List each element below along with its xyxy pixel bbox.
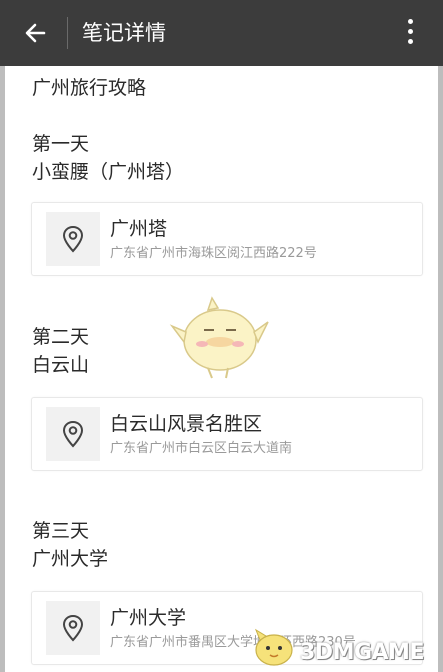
location-pin-icon	[62, 420, 84, 448]
place-name: 广州大学	[110, 607, 187, 629]
right-frame-edge	[438, 0, 443, 672]
location-pin-icon	[62, 225, 84, 253]
left-frame-edge	[0, 0, 5, 672]
location-icon-box	[46, 601, 100, 655]
location-icon-box	[46, 407, 100, 461]
location-pin-icon	[62, 614, 84, 642]
place-name: 白云山风景名胜区	[110, 413, 263, 435]
toolbar-divider	[67, 17, 68, 49]
back-button[interactable]	[22, 19, 50, 47]
day-label-1: 第一天	[32, 133, 90, 155]
day-label-3: 第三天	[32, 520, 90, 542]
watermark-mascot-icon	[254, 628, 293, 666]
place-address: 广东省广州市白云区白云大道南	[110, 441, 293, 456]
page-title: 笔记详情	[82, 21, 166, 45]
mascot-sticker-icon	[169, 296, 269, 379]
place-address: 广东省广州市海珠区阅江西路222号	[110, 246, 317, 261]
more-options-button[interactable]	[400, 19, 420, 47]
location-card-2[interactable]: 白云山风景名胜区 广东省广州市白云区白云大道南	[31, 397, 423, 471]
place-name: 广州塔	[110, 218, 168, 240]
watermark-text: 3DMGAME	[300, 640, 424, 665]
more-vertical-icon	[400, 19, 420, 44]
location-card-1[interactable]: 广州塔 广东省广州市海珠区阅江西路222号	[31, 202, 423, 276]
arrow-left-icon	[25, 23, 46, 43]
note-title: 广州旅行攻略	[32, 77, 147, 99]
day-subtitle-3: 广州大学	[32, 548, 109, 570]
location-icon-box	[46, 212, 100, 266]
day-subtitle-2: 白云山	[32, 354, 90, 376]
top-app-bar: 笔记详情	[0, 0, 443, 66]
day-label-2: 第二天	[32, 326, 90, 348]
day-subtitle-1: 小蛮腰（广州塔）	[32, 161, 185, 183]
